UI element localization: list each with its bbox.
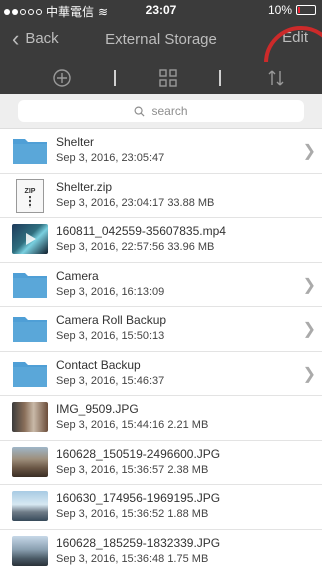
battery-percent: 10%: [267, 3, 292, 17]
file-meta: Sep 3, 2016, 23:05:47: [56, 152, 165, 164]
file-meta: Sep 3, 2016, 15:46:37: [56, 374, 165, 387]
list-item[interactable]: 160628_185259-1832339.JPG Sep 3, 2016, 1…: [0, 530, 322, 569]
battery-icon: [296, 5, 316, 15]
list-item[interactable]: Shelter Sep 3, 2016, 23:05:47 ❯: [0, 129, 322, 174]
folder-icon: [12, 313, 48, 343]
file-meta: Sep 3, 2016, 23:04:17 33.88 MB: [56, 196, 215, 209]
chevron-right-icon: ❯: [302, 143, 316, 160]
app-frame: 中華電信 ≋ 23:07 10% ‹ Back External Storage…: [0, 0, 322, 569]
file-meta: Sep 3, 2016, 15:36:48 1.75 MB: [56, 552, 209, 565]
list-item[interactable]: 160811_042559-35607835.mp4 Sep 3, 2016, …: [0, 218, 322, 263]
file-name: Shelter.zip: [56, 179, 113, 194]
list-item[interactable]: ZIP Shelter.zip Sep 3, 2016, 23:04:17 33…: [0, 174, 322, 218]
search-bar: search: [0, 94, 322, 129]
list-item[interactable]: Camera Sep 3, 2016, 16:13:09 ❯: [0, 263, 322, 307]
toolbar-divider: [219, 70, 221, 86]
file-name: Camera: [56, 268, 99, 283]
list-item[interactable]: 160630_174956-1969195.JPG Sep 3, 2016, 1…: [0, 485, 322, 530]
file-name: Contact Backup: [56, 357, 141, 372]
chevron-right-icon: ❯: [302, 365, 316, 383]
file-name: 160811_042559-35607835.mp4: [56, 224, 226, 238]
list-item[interactable]: IMG_9509.JPG Sep 3, 2016, 15:44:16 2.21 …: [0, 396, 322, 441]
status-right: 10%: [268, 3, 316, 17]
file-name: 160630_174956-1969195.JPG: [56, 491, 221, 505]
navigation-bar: ‹ Back External Storage Edit: [0, 20, 322, 100]
photo-thumbnail: [12, 535, 48, 566]
list-item[interactable]: Camera Roll Backup Sep 3, 2016, 15:50:13…: [0, 307, 322, 352]
toolbar-divider: [114, 70, 116, 86]
toolbar: [0, 62, 322, 94]
file-name: 160628_150519-2496600.JPG: [56, 446, 221, 461]
list-item[interactable]: 160628_150519-2496600.JPG Sep 3, 2016, 1…: [0, 441, 322, 485]
file-name: IMG_9509.JPG: [56, 402, 139, 416]
video-thumbnail: [12, 224, 48, 254]
chevron-right-icon: ❯: [302, 276, 316, 294]
file-meta: Sep 3, 2016, 22:57:56 33.96 MB: [56, 241, 215, 253]
search-input[interactable]: search: [18, 100, 304, 122]
file-name: Camera Roll Backup: [56, 313, 167, 327]
file-name: 160628_185259-1832339.JPG: [56, 535, 221, 550]
file-meta: Sep 3, 2016, 15:36:52 1.88 MB: [56, 508, 209, 520]
search-icon: [134, 106, 145, 117]
photo-thumbnail: [12, 446, 48, 477]
chevron-right-icon: ❯: [302, 321, 316, 338]
photo-thumbnail: [12, 491, 48, 521]
grid-icon[interactable]: [158, 68, 178, 93]
file-name: Shelter: [56, 135, 95, 149]
file-meta: Sep 3, 2016, 15:36:57 2.38 MB: [56, 463, 209, 476]
add-icon[interactable]: [52, 68, 72, 93]
list-item[interactable]: Contact Backup Sep 3, 2016, 15:46:37 ❯: [0, 352, 322, 396]
file-list: Shelter Sep 3, 2016, 23:05:47 ❯ ZIP Shel…: [0, 129, 322, 569]
file-meta: Sep 3, 2016, 16:13:09: [56, 285, 165, 298]
sort-icon[interactable]: [266, 68, 286, 93]
folder-icon: [12, 135, 48, 165]
file-meta: Sep 3, 2016, 15:44:16 2.21 MB: [56, 419, 209, 431]
search-placeholder: search: [151, 104, 188, 118]
zip-file-icon: ZIP: [16, 178, 44, 213]
status-bar: 中華電信 ≋ 23:07 10%: [0, 0, 322, 20]
folder-icon: [12, 269, 48, 299]
photo-thumbnail: [12, 402, 48, 432]
folder-icon: [12, 358, 48, 388]
file-meta: Sep 3, 2016, 15:50:13: [56, 330, 165, 342]
